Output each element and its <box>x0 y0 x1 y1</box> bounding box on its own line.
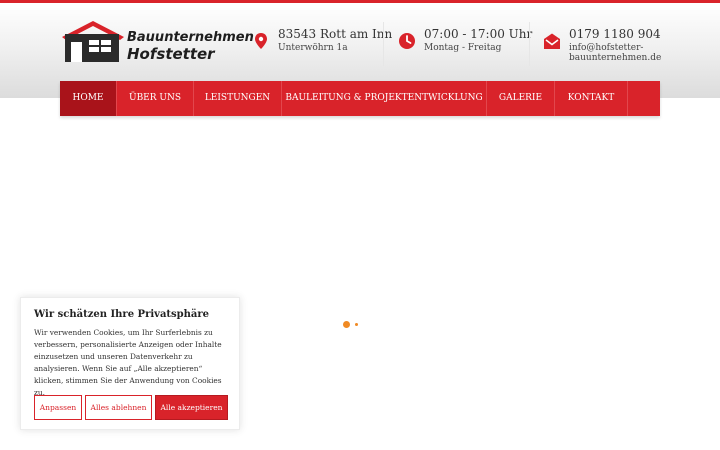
loading-dot-icon <box>355 323 358 326</box>
nav-item-kontakt[interactable]: Kontakt <box>555 81 628 116</box>
address-detail: Unterwöhrn 1a <box>278 43 348 53</box>
main-navigation: Home Über uns Leistungen Bauleitung & Pr… <box>60 81 660 116</box>
nav-item-leistungen[interactable]: Leistungen <box>194 81 282 116</box>
loading-dot-icon <box>343 321 350 328</box>
header-divider <box>529 22 530 66</box>
cookie-accept-all-button[interactable]: Alle akzeptieren <box>155 395 228 420</box>
nav-item-bauleitung[interactable]: Bauleitung & Projektentwicklung <box>282 81 487 116</box>
cookie-banner-text: Wir verwenden Cookies, um Ihr Surferlebn… <box>34 328 222 397</box>
email-address-part2[interactable]: bauunternehmen.de <box>569 53 661 63</box>
cookie-consent-banner: Wir schätzen Ihre Privatsphäre Wir verwe… <box>20 297 240 430</box>
location-pin-icon <box>255 33 267 49</box>
cookie-reject-all-button[interactable]: Alles ablehnen <box>85 395 152 420</box>
opening-hours-time: 07:00 - 17:00 Uhr <box>424 27 533 41</box>
logo-text-line1: Bauunternehmen <box>127 30 254 45</box>
house-logo-icon <box>62 21 124 62</box>
email-address-part1[interactable]: info@hofstetter- <box>569 43 643 53</box>
loading-spinner <box>343 320 363 330</box>
cookie-banner-title: Wir schätzen Ihre Privatsphäre <box>34 309 210 320</box>
nav-item-galerie[interactable]: Galerie <box>487 81 555 116</box>
nav-item-home[interactable]: Home <box>60 81 117 116</box>
cookie-customize-button[interactable]: Anpassen <box>34 395 82 420</box>
address-info: 83543 Rott am Inn Unterwöhrn 1a <box>252 20 392 70</box>
header-divider <box>383 22 384 66</box>
envelope-icon <box>544 33 560 49</box>
phone-number[interactable]: 0179 1180 904 <box>569 27 661 41</box>
opening-hours-days: Montag - Freitag <box>424 43 502 53</box>
opening-hours-info: 07:00 - 17:00 Uhr Montag - Freitag <box>398 20 532 70</box>
company-logo[interactable]: Bauunternehmen Hofstetter <box>60 20 254 64</box>
contact-info: 0179 1180 904 info@hofstetter- bauuntern… <box>543 20 661 70</box>
address-street: 83543 Rott am Inn <box>278 27 393 41</box>
logo-text-line2: Hofstetter <box>127 45 215 63</box>
nav-item-ueber-uns[interactable]: Über uns <box>117 81 194 116</box>
clock-icon <box>399 33 415 49</box>
